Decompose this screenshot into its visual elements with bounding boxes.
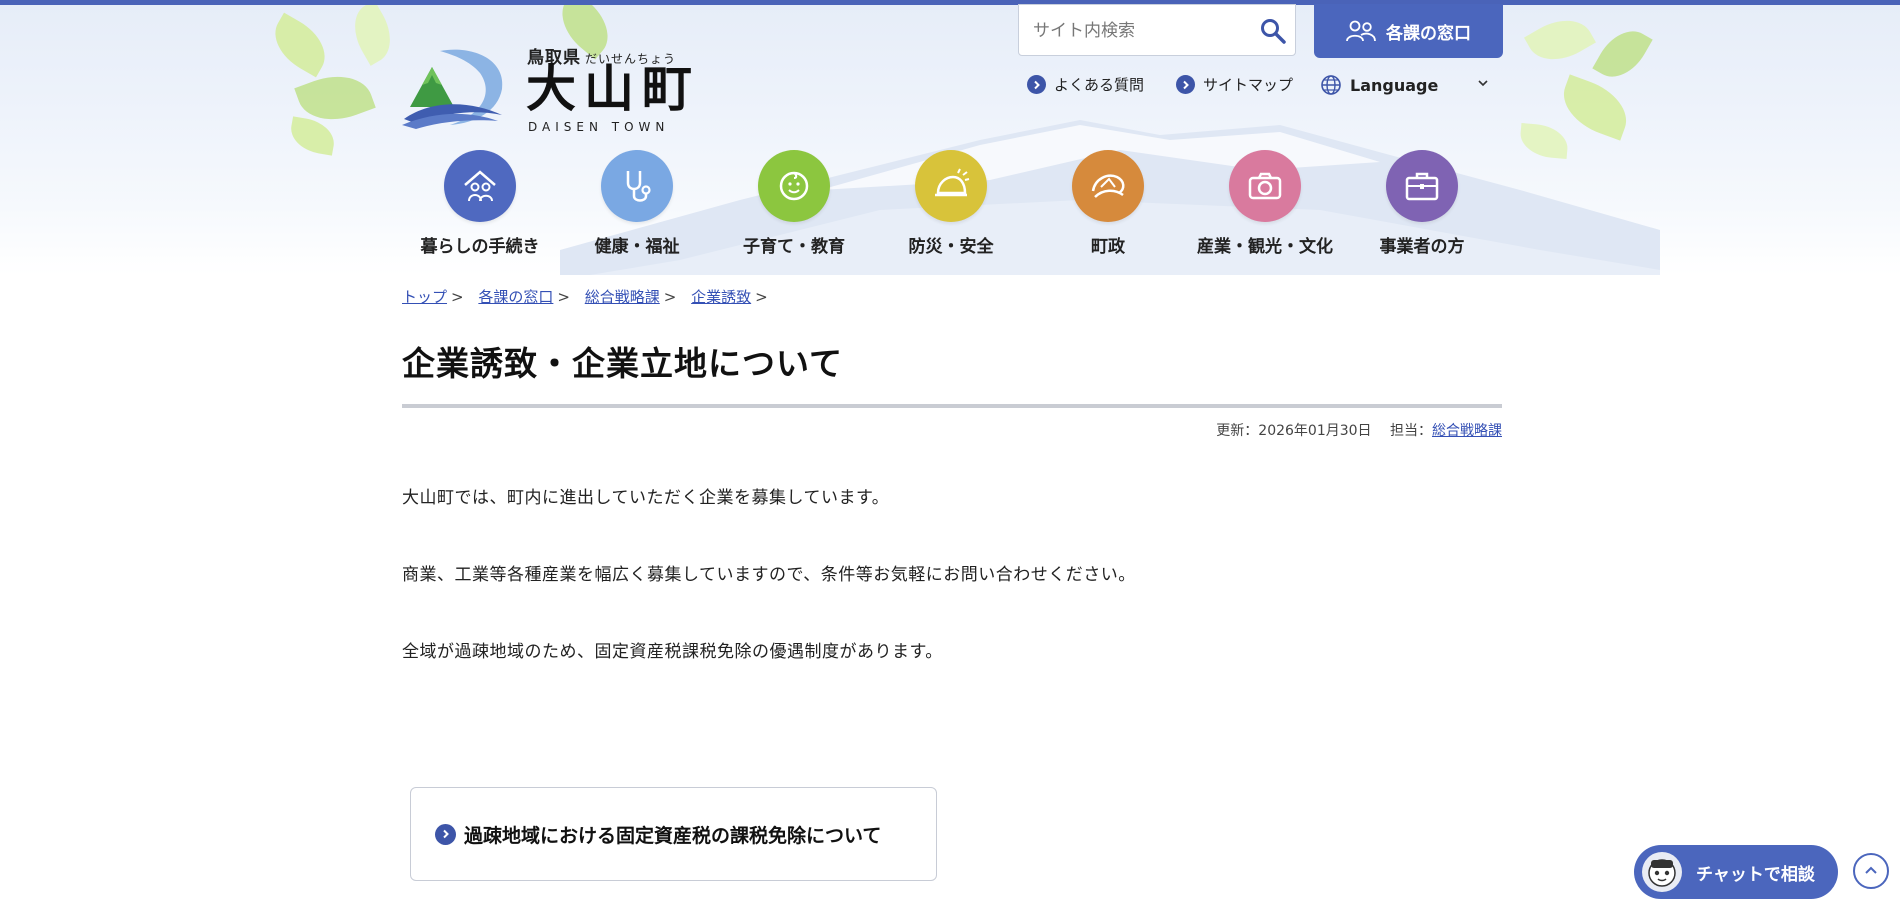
breadcrumb: トップ > 各課の窓口 > 総合戦略課 > 企業誘致 > xyxy=(402,286,778,307)
breadcrumb-link-top[interactable]: トップ xyxy=(402,288,447,306)
title-divider xyxy=(402,404,1502,408)
category-nav: 暮らしの手続き 健康・福祉 子育て・教育 防災・安全 町政 産業・観光・文化 事… xyxy=(400,150,1500,260)
nav-item-label: 暮らしの手続き xyxy=(420,237,540,257)
leaf-decoration xyxy=(343,5,402,66)
nav-item-label: 事業者の方 xyxy=(1379,237,1465,257)
logo-town-name: 大山町 xyxy=(526,60,700,118)
faq-link[interactable]: よくある質問 xyxy=(1027,74,1144,95)
stethoscope-icon xyxy=(601,150,673,222)
nav-item-town-government[interactable]: 町政 xyxy=(1033,150,1183,257)
nav-item-label: 町政 xyxy=(1091,237,1125,257)
nav-item-safety[interactable]: 防災・安全 xyxy=(876,150,1026,257)
nav-item-industry-tourism[interactable]: 産業・観光・文化 xyxy=(1190,150,1340,257)
daisen-logo-mark xyxy=(402,49,503,129)
owner-label: 担当： xyxy=(1390,423,1432,439)
sitemap-link[interactable]: サイトマップ xyxy=(1176,74,1293,95)
body-paragraph: 大山町では、町内に進出していただく企業を募集しています。 xyxy=(402,488,890,508)
tax-exemption-link[interactable]: 過疎地域における固定資産税の課税免除について xyxy=(410,787,937,881)
updated-date: 更新：2026年01月30日 xyxy=(1216,423,1372,439)
camera-icon xyxy=(1229,150,1301,222)
tax-exemption-link-label: 過疎地域における固定資産税の課税免除について xyxy=(464,824,882,847)
page-title: 企業誘致・企業立地について xyxy=(402,344,844,383)
chevron-right-icon xyxy=(1027,75,1046,94)
breadcrumb-link-business-attraction[interactable]: 企業誘致 xyxy=(691,288,751,306)
nav-item-label: 健康・福祉 xyxy=(594,237,680,257)
chevron-up-icon xyxy=(1865,866,1877,874)
nav-item-health[interactable]: 健康・福祉 xyxy=(562,150,712,257)
leaf-decoration xyxy=(1592,20,1653,88)
baby-icon xyxy=(758,150,830,222)
breadcrumb-link-strategy-division[interactable]: 総合戦略課 xyxy=(585,288,660,306)
chevron-down-icon xyxy=(1478,80,1488,87)
search-input[interactable] xyxy=(1031,17,1255,45)
chevron-right-icon xyxy=(435,823,456,845)
owner-link[interactable]: 総合戦略課 xyxy=(1432,423,1502,439)
nav-item-business[interactable]: 事業者の方 xyxy=(1347,150,1497,257)
helmet-icon xyxy=(915,150,987,222)
site-logo[interactable]: 鳥取県 だいせんちょう 大山町 DAISEN TOWN xyxy=(402,43,712,135)
breadcrumb-separator: > xyxy=(663,288,677,306)
globe-icon xyxy=(1321,75,1341,95)
department-window-button[interactable]: 各課の窓口 xyxy=(1314,4,1503,58)
body-paragraph: 全域が過疎地域のため、固定資産税課税免除の優遇制度があります。 xyxy=(402,642,943,662)
house-family-icon xyxy=(444,150,516,222)
chat-consult-label: チャットで相談 xyxy=(1696,864,1815,885)
breadcrumb-separator: > xyxy=(451,288,464,306)
chevron-right-icon xyxy=(1176,75,1195,94)
search-icon[interactable] xyxy=(1259,17,1287,45)
back-to-top-button[interactable] xyxy=(1853,853,1889,889)
people-icon xyxy=(1346,20,1376,42)
chat-consult-button[interactable]: チャットで相談 xyxy=(1634,845,1838,899)
leaf-decoration xyxy=(287,116,338,156)
breadcrumb-separator: > xyxy=(755,288,768,306)
leaf-decoration xyxy=(264,12,336,78)
language-label: Language xyxy=(1350,75,1439,95)
department-window-label: 各課の窓口 xyxy=(1386,23,1471,44)
nav-item-label: 防災・安全 xyxy=(908,237,994,257)
breadcrumb-separator: > xyxy=(557,288,570,306)
nav-item-label: 産業・観光・文化 xyxy=(1197,237,1333,257)
nav-item-childcare[interactable]: 子育て・教育 xyxy=(719,150,869,257)
page-meta: 更新：2026年01月30日 担当：総合戦略課 xyxy=(1216,420,1502,440)
logo-english-name: DAISEN TOWN xyxy=(528,120,670,134)
site-search xyxy=(1018,4,1296,56)
faq-label: よくある質問 xyxy=(1054,76,1145,94)
mountain-seal-icon xyxy=(1072,150,1144,222)
language-selector[interactable]: Language xyxy=(1320,74,1490,96)
nav-item-living[interactable]: 暮らしの手続き xyxy=(405,150,555,257)
briefcase-icon xyxy=(1386,150,1458,222)
sitemap-label: サイトマップ xyxy=(1203,76,1294,94)
body-paragraph: 商業、工業等各種産業を幅広く募集していますので、条件等お気軽にお問い合わせくださ… xyxy=(402,565,1136,585)
chat-mascot-icon xyxy=(1642,852,1682,892)
breadcrumb-link-window[interactable]: 各課の窓口 xyxy=(478,288,553,306)
nav-item-label: 子育て・教育 xyxy=(743,237,845,257)
leaf-decoration xyxy=(1524,7,1596,73)
